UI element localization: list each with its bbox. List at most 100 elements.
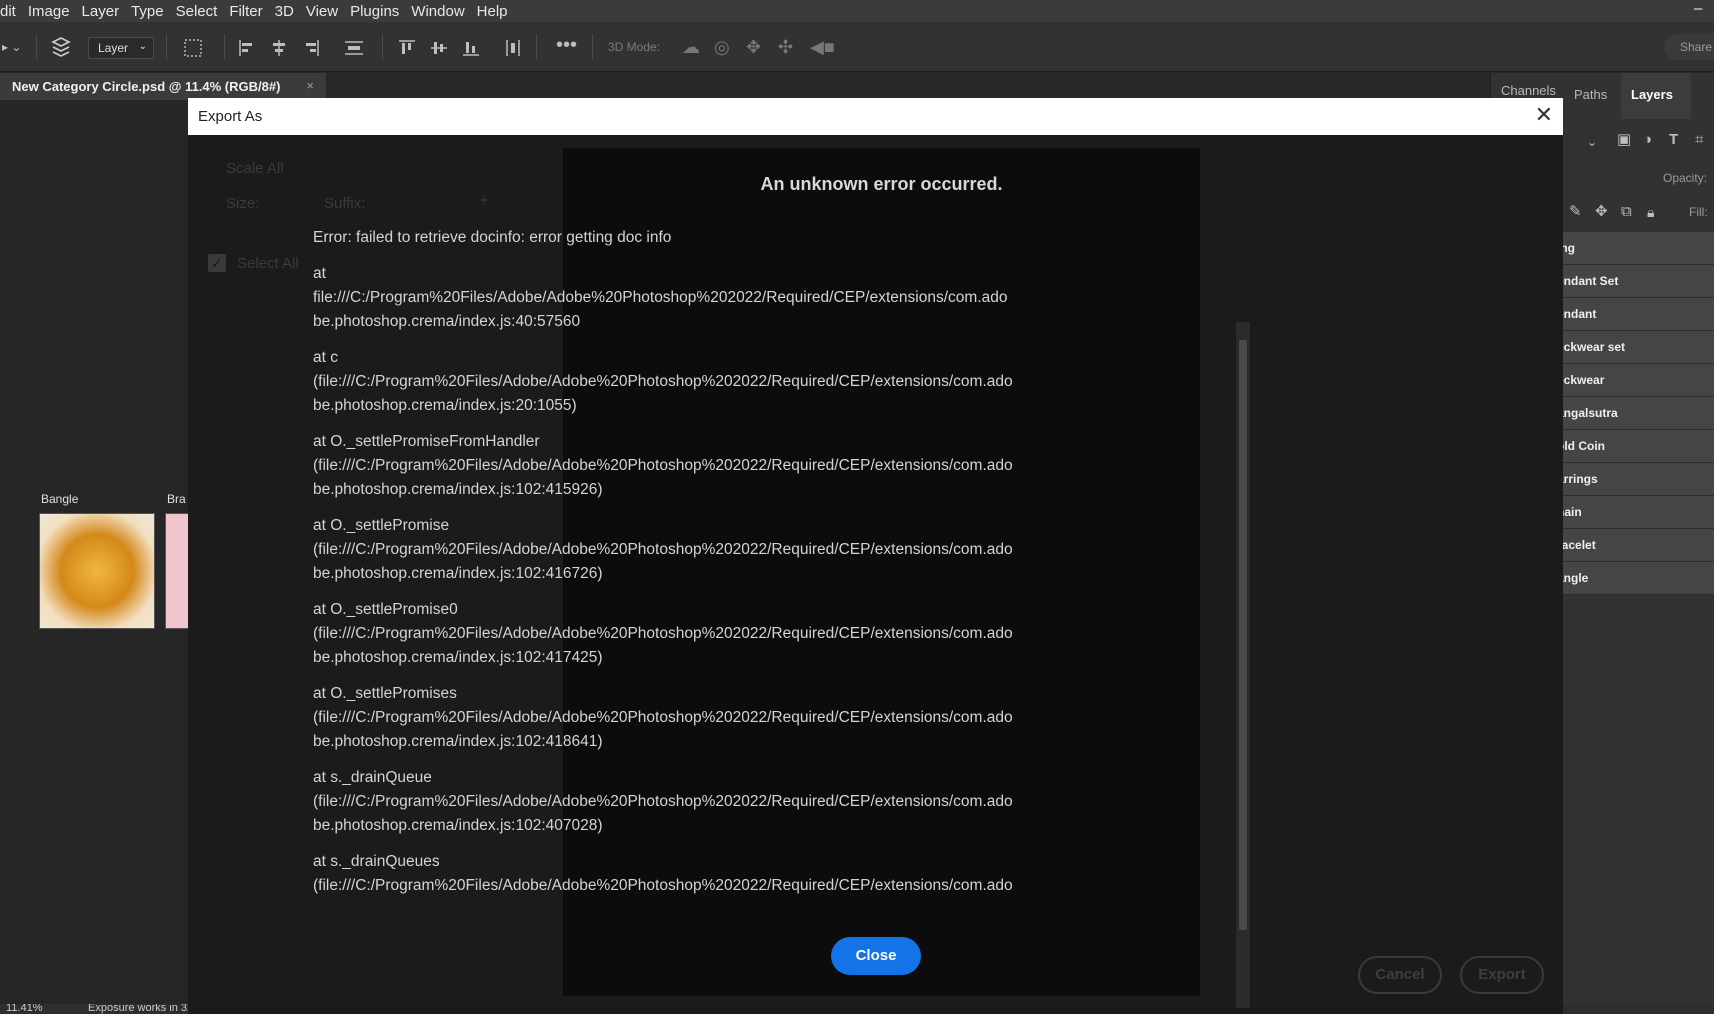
layer-row[interactable]: eckwear	[1557, 364, 1714, 397]
align-middle-v-icon[interactable]	[430, 39, 448, 60]
auto-select-dropdown[interactable]: Layer ⌄	[88, 37, 154, 59]
layer-name: endant Set	[1557, 274, 1619, 288]
layer-row[interactable]: arrings	[1557, 463, 1714, 496]
more-options-icon[interactable]: •••	[556, 35, 577, 55]
layer-name: eckwear set	[1557, 340, 1626, 354]
transform-controls-icon[interactable]	[183, 38, 203, 61]
menu-edit[interactable]: dit	[0, 3, 22, 20]
document-tab[interactable]: New Category Circle.psd @ 11.4% (RGB/8#)…	[0, 73, 326, 100]
filter-type-icon[interactable]: T	[1669, 131, 1678, 149]
error-scrollbar[interactable]	[1236, 322, 1250, 1008]
align-bottom-icon[interactable]	[462, 39, 480, 60]
export-label: Export	[1478, 966, 1526, 983]
lock-paint-icon[interactable]: ✎	[1569, 203, 1582, 221]
layer-row[interactable]: angalsutra	[1557, 397, 1714, 430]
menu-help[interactable]: Help	[471, 3, 514, 20]
stack-frame: at file:///C:/Program%20Files/Adobe/Adob…	[313, 265, 1008, 330]
cancel-button[interactable]: Cancel	[1358, 956, 1442, 994]
3d-mode-label: 3D Mode:	[608, 40, 661, 54]
menu-layer[interactable]: Layer	[76, 3, 126, 20]
menu-plugins[interactable]: Plugins	[344, 3, 405, 20]
minimize-window-icon[interactable]: –	[1694, 0, 1708, 17]
canvas-area[interactable]: Bangle Bra	[0, 100, 188, 1004]
close-button[interactable]: Close	[831, 937, 921, 975]
slide-3d-icon[interactable]: ✣	[778, 38, 793, 56]
scale-3d-icon[interactable]: ◀■	[810, 38, 835, 56]
pan-3d-icon[interactable]: ✥	[746, 38, 761, 56]
stack-frame: at O._settlePromises (file:///C:/Program…	[313, 685, 1013, 750]
export-button[interactable]: Export	[1460, 956, 1544, 994]
menu-image[interactable]: Image	[22, 3, 76, 20]
export-as-dialog: Export As ✕ Scale All Size: Suffix: + ✓ …	[188, 98, 1563, 1014]
menu-view[interactable]: View	[300, 3, 344, 20]
chevron-down-icon: ⌄	[138, 41, 147, 52]
zoom-level: 11.41%	[6, 1004, 43, 1014]
error-line: Error: failed to retrieve docinfo: error…	[313, 229, 672, 246]
auto-select-icon[interactable]	[50, 36, 72, 61]
lock-artboard-icon[interactable]: ⧉	[1621, 203, 1632, 221]
document-tab-title: New Category Circle.psd @ 11.4% (RGB/8#)	[12, 79, 281, 94]
layer-name: old Coin	[1557, 439, 1605, 453]
menu-3d[interactable]: 3D	[269, 3, 300, 20]
filter-kind-chevron-icon[interactable]: ⌄	[1587, 133, 1597, 151]
roll-3d-icon[interactable]: ◎	[714, 38, 730, 56]
add-scale-icon[interactable]: +	[480, 192, 489, 209]
tab-channels[interactable]: Channels	[1501, 83, 1556, 98]
layer-row[interactable]: endant	[1557, 298, 1714, 331]
dialog-title: Export As	[198, 108, 263, 125]
close-dialog-icon[interactable]: ✕	[1535, 102, 1553, 128]
filter-shape-icon[interactable]: ⌗	[1695, 131, 1703, 149]
layer-name: arrings	[1557, 472, 1598, 486]
select-all-checkbox[interactable]: ✓	[208, 254, 226, 272]
dialog-titlebar: Export As ✕	[188, 98, 1563, 135]
auto-select-value: Layer	[98, 41, 129, 55]
bangle-image	[39, 513, 155, 629]
align-left-icon[interactable]	[238, 39, 256, 60]
scrollbar-thumb[interactable]	[1239, 340, 1247, 930]
layer-row[interactable]: old Coin	[1557, 430, 1714, 463]
layer-row[interactable]: endant Set	[1557, 265, 1714, 298]
filter-adjustment-icon[interactable]: ◑	[1643, 131, 1652, 149]
layer-row[interactable]: angle	[1557, 562, 1714, 595]
menu-window[interactable]: Window	[405, 3, 470, 20]
layer-row[interactable]: hain	[1557, 496, 1714, 529]
tab-layers[interactable]: Layers	[1631, 87, 1673, 102]
error-details-scroll[interactable]: Error: failed to retrieve docinfo: error…	[313, 226, 1048, 912]
orbit-3d-icon[interactable]: ☁	[682, 38, 700, 56]
fill-label: Fill:	[1689, 205, 1708, 219]
menu-select[interactable]: Select	[170, 3, 224, 20]
stack-frame: at s._drainQueues (file:///C:/Program%20…	[313, 853, 1013, 894]
align-right-icon[interactable]	[302, 39, 320, 60]
cancel-label: Cancel	[1375, 966, 1425, 983]
suffix-label: Suffix:	[324, 195, 366, 212]
opacity-label: Opacity:	[1663, 171, 1708, 185]
close-button-label: Close	[855, 947, 897, 964]
scale-all-label: Scale All	[226, 160, 284, 177]
distribute-icon[interactable]	[344, 39, 364, 60]
filter-image-icon[interactable]: ▣	[1617, 131, 1631, 149]
lock-all-icon[interactable]: 🔒︎	[1647, 203, 1654, 221]
close-tab-icon[interactable]: ×	[306, 78, 314, 93]
tab-paths[interactable]: Paths	[1574, 87, 1607, 102]
thumb-label-bangle: Bangle	[41, 492, 79, 506]
stack-frame: at c (file:///C:/Program%20Files/Adobe/A…	[313, 349, 1013, 414]
menu-filter[interactable]: Filter	[223, 3, 268, 20]
stack-frame: at O._settlePromise0 (file:///C:/Program…	[313, 601, 1013, 666]
menu-type[interactable]: Type	[125, 3, 170, 20]
layer-name: angalsutra	[1557, 406, 1618, 420]
error-heading: An unknown error occurred.	[760, 174, 1003, 194]
stack-frame: at O._settlePromiseFromHandler (file:///…	[313, 433, 1013, 498]
lock-position-icon[interactable]: ✥	[1595, 203, 1608, 221]
layer-row[interactable]: racelet	[1557, 529, 1714, 562]
share-label: Share	[1680, 40, 1713, 54]
layer-name: eckwear	[1557, 373, 1605, 387]
select-all-label: Select All	[237, 255, 299, 272]
share-button[interactable]: Share	[1664, 34, 1714, 60]
move-tool-icon[interactable]: ▸ ⌄	[2, 38, 21, 56]
align-center-h-icon[interactable]	[270, 39, 288, 60]
layer-row[interactable]: eckwear set	[1557, 331, 1714, 364]
distribute-vertical-icon[interactable]	[504, 39, 522, 60]
size-label: Size:	[226, 195, 260, 212]
align-top-icon[interactable]	[398, 39, 416, 60]
layer-row[interactable]: ing	[1557, 232, 1714, 265]
